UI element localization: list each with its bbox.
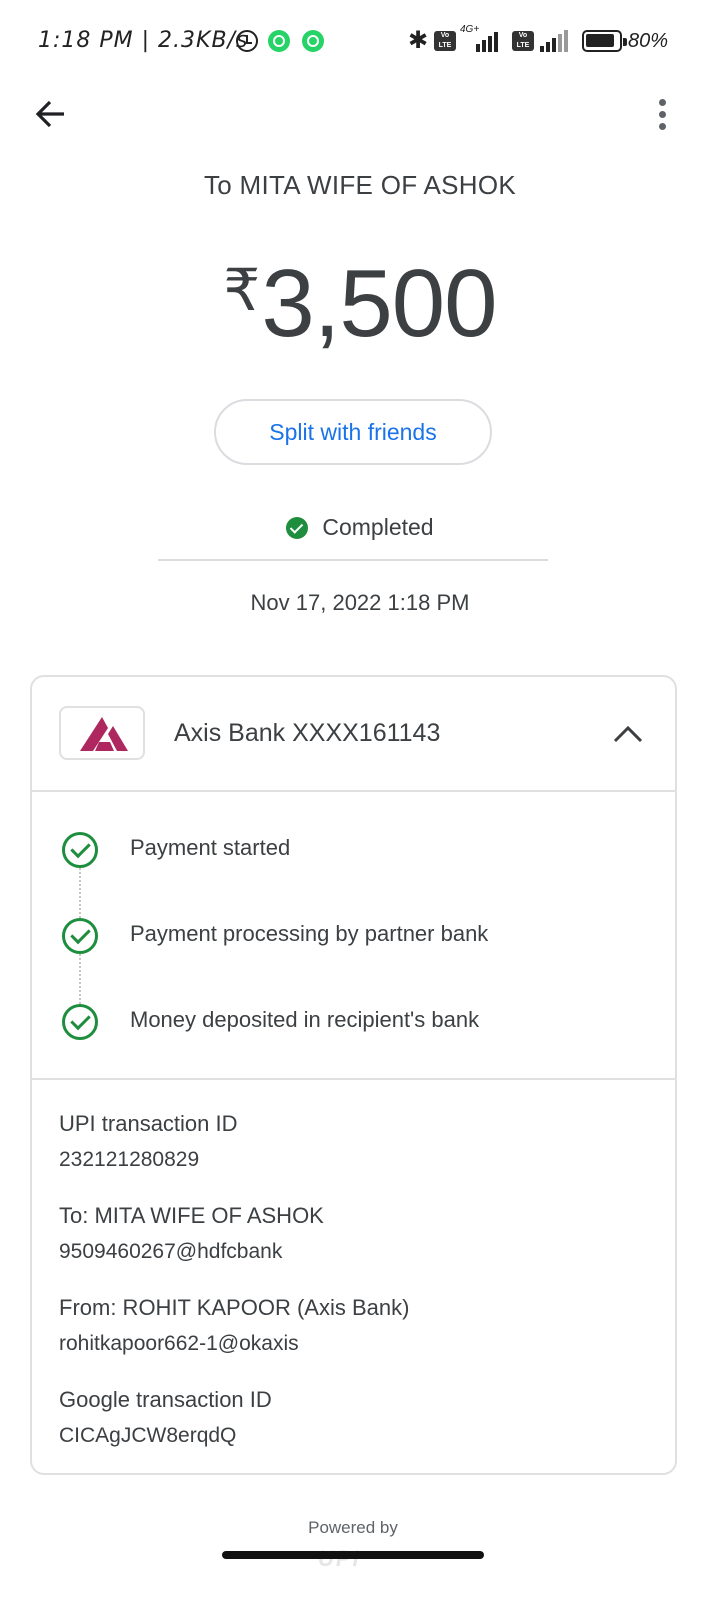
- whatsapp-business-icon: [302, 30, 324, 52]
- divider: [158, 559, 548, 561]
- volte-icon-sim2: Vo LTE: [512, 31, 534, 51]
- bank-account-row[interactable]: Axis Bank XXXX161143: [32, 677, 675, 792]
- bluetooth-icon: ✱: [408, 27, 429, 54]
- powered-by-label: Powered by: [308, 1518, 398, 1537]
- upi-transaction-id-value[interactable]: 232121280829: [59, 1148, 199, 1172]
- collapse-button[interactable]: [610, 719, 646, 749]
- signal-icon: [476, 26, 498, 52]
- recipient-title: To MITA WIFE OF ASHOK: [203, 170, 517, 200]
- check-circle-icon: [62, 1004, 98, 1040]
- chevron-up-icon: [613, 725, 643, 743]
- check-circle-icon: [62, 918, 98, 954]
- status-time: 1:18 PM | 2.3KB/s: [38, 28, 249, 53]
- back-button[interactable]: [30, 94, 70, 134]
- upi-transaction-id-label: UPI transaction ID: [59, 1111, 238, 1136]
- google-transaction-id-value[interactable]: CICAgJCW8erqdQ: [59, 1424, 236, 1448]
- arrow-left-icon: [35, 100, 64, 128]
- home-indicator[interactable]: [222, 1551, 484, 1559]
- payment-timeline: Payment started Payment processing by pa…: [32, 792, 675, 1080]
- split-with-friends-button[interactable]: Split with friends: [214, 399, 492, 465]
- to-upi-id[interactable]: 9509460267@hdfcbank: [59, 1240, 282, 1264]
- battery-icon: [582, 30, 627, 52]
- bank-account-name: Axis Bank XXXX161143: [174, 719, 441, 747]
- timeline-step: Payment started: [32, 832, 675, 882]
- payment-status: Completed: [0, 514, 720, 541]
- check-circle-icon: [286, 516, 309, 539]
- payment-amount: ₹3,500: [0, 236, 720, 359]
- signal-icon-sim2: [540, 26, 568, 52]
- volte-icon: Vo LTE: [434, 31, 456, 51]
- timeline-step: Payment processing by partner bank: [32, 918, 675, 968]
- google-transaction-id-label: Google transaction ID: [59, 1387, 272, 1412]
- status-label: Completed: [322, 514, 434, 540]
- status-bar: 1:18 PM | 2.3KB/s ✱ Vo LTE 4G+ Vo LTE 80%: [0, 0, 720, 84]
- step-label: Payment started: [130, 835, 291, 860]
- timeline-step: Money deposited in recipient's bank: [32, 1004, 675, 1054]
- transaction-details-card: Axis Bank XXXX161143 Payment started Pay…: [30, 675, 677, 1475]
- axis-bank-logo: [59, 706, 145, 760]
- to-label: To: MITA WIFE OF ASHOK: [59, 1203, 324, 1228]
- check-circle-icon: [62, 832, 98, 868]
- more-vert-icon: [658, 98, 666, 106]
- more-options-button[interactable]: [646, 94, 678, 134]
- from-label: From: ROHIT KAPOOR (Axis Bank): [59, 1295, 410, 1320]
- alarm-icon: [236, 30, 258, 52]
- transaction-datetime: Nov 17, 2022 1:18 PM: [250, 590, 470, 615]
- whatsapp-icon: [268, 30, 290, 52]
- step-label: Money deposited in recipient's bank: [130, 1007, 480, 1032]
- from-upi-id[interactable]: rohitkapoor662-1@okaxis: [59, 1332, 299, 1356]
- amount-value: 3,500: [261, 250, 497, 357]
- step-label: Payment processing by partner bank: [130, 921, 489, 946]
- currency-symbol: ₹: [223, 258, 260, 323]
- battery-percent: 80%: [628, 30, 669, 52]
- upi-logo: UPI: [318, 1546, 361, 1572]
